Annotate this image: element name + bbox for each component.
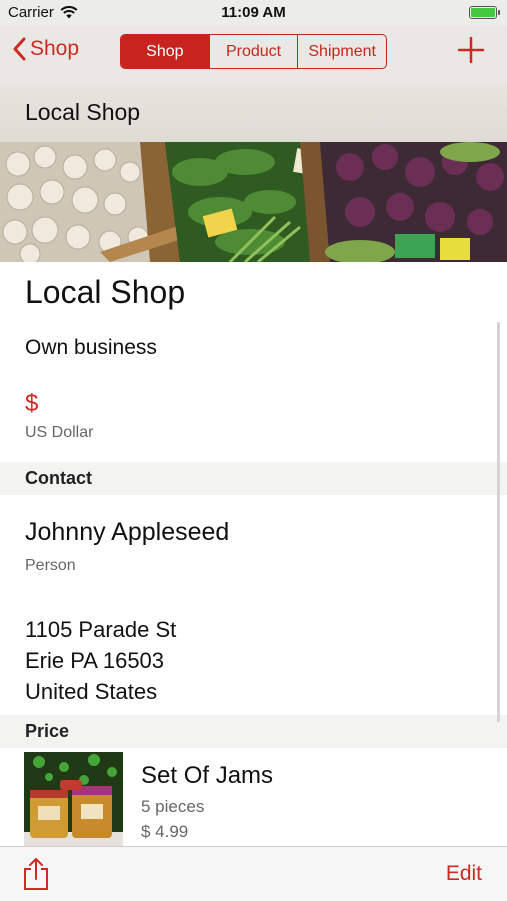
- shop-details[interactable]: Local Shop Own business $ US Dollar Cont…: [0, 262, 507, 846]
- product-thumbnail[interactable]: [24, 752, 123, 846]
- scroll-indicator[interactable]: [497, 322, 500, 722]
- product-price: $ 4.99: [141, 822, 189, 841]
- status-bar: Carrier 11:09 AM: [0, 0, 507, 26]
- address-line-street: 1105 Parade St: [25, 617, 177, 642]
- product-name[interactable]: Set Of Jams: [141, 762, 273, 790]
- segment-shipment[interactable]: Shipment: [298, 35, 386, 68]
- segment-shop[interactable]: Shop: [121, 35, 210, 68]
- shop-name: Local Shop: [25, 274, 186, 310]
- battery-fill: [471, 8, 495, 17]
- section-header-price: Price: [0, 715, 507, 748]
- section-header-contact: Contact: [0, 462, 507, 495]
- contact-address[interactable]: 1105 Parade St Erie PA 16503 United Stat…: [25, 614, 176, 707]
- address-line-country: United States: [25, 679, 158, 704]
- share-icon[interactable]: [22, 857, 50, 891]
- page-title: Local Shop: [25, 99, 141, 125]
- plus-icon[interactable]: [457, 36, 485, 64]
- bottom-toolbar: Edit: [0, 846, 507, 901]
- segmented-control: Shop Product Shipment: [120, 34, 387, 69]
- product-quantity: 5 pieces: [141, 797, 205, 816]
- contact-role: Person: [25, 557, 76, 574]
- shop-type: Own business: [25, 336, 157, 359]
- currency-symbol: $: [25, 390, 39, 417]
- shop-banner-image: [0, 142, 507, 262]
- back-button[interactable]: Shop: [12, 37, 79, 61]
- chevron-left-icon: [13, 37, 26, 61]
- navigation-bar: Shop Shop Product Shipment: [0, 26, 507, 84]
- edit-button[interactable]: Edit: [446, 862, 482, 886]
- title-bar: Local Shop: [0, 84, 507, 142]
- address-line-city: Erie PA 16503: [25, 648, 165, 673]
- battery-icon: [469, 6, 500, 19]
- contact-name[interactable]: Johnny Appleseed: [25, 518, 229, 547]
- section-label-price: Price: [25, 721, 70, 741]
- currency-name: US Dollar: [25, 424, 94, 441]
- segment-product[interactable]: Product: [210, 35, 299, 68]
- section-label-contact: Contact: [25, 468, 92, 488]
- back-label: Shop: [30, 37, 80, 60]
- status-time: 11:09 AM: [221, 4, 286, 21]
